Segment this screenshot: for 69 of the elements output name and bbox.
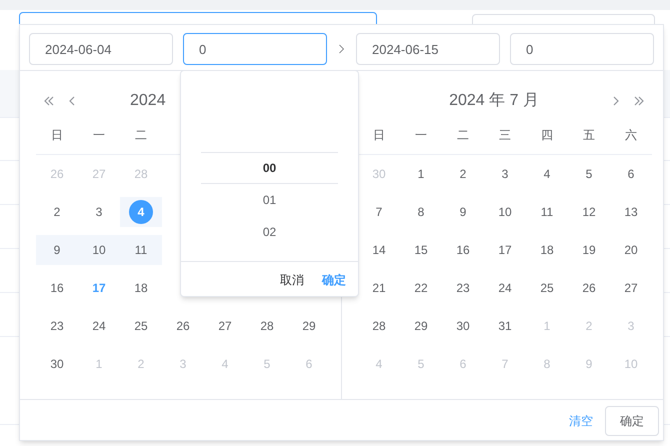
date-cell[interactable]: 1 [418, 165, 424, 183]
weekday-label: 日 [51, 126, 63, 144]
date-cell[interactable]: 23 [456, 279, 470, 297]
date-cell[interactable]: 24 [498, 279, 512, 297]
date-cell[interactable]: 26 [176, 317, 190, 335]
date-cell[interactable]: 3 [96, 203, 102, 221]
month-title: 2024 年 7 月 [449, 91, 539, 111]
date-cell[interactable]: 29 [414, 317, 428, 335]
date-cell[interactable]: 31 [498, 317, 512, 335]
date-cell[interactable]: 30 [456, 317, 470, 335]
hour-option[interactable]: 01 [262, 184, 276, 216]
date-cell[interactable]: 21 [372, 279, 386, 297]
date-cell[interactable]: 12 [582, 203, 596, 221]
date-cell[interactable]: 11 [134, 241, 148, 259]
cancel-button[interactable]: 取消 [274, 270, 310, 288]
date-cell[interactable]: 29 [302, 317, 316, 335]
weekday-label: 一 [93, 126, 105, 144]
date-cell[interactable]: 20 [624, 241, 638, 259]
weekday-label: 二 [135, 126, 147, 144]
date-cell[interactable]: 9 [54, 241, 60, 259]
weekday-label: 三 [499, 126, 511, 144]
date-cell[interactable]: 28 [372, 317, 386, 335]
date-cell[interactable]: 30 [50, 355, 64, 373]
double-left-chevron-icon[interactable] [44, 96, 54, 106]
date-cell[interactable]: 25 [540, 279, 554, 297]
date-cell[interactable]: 3 [502, 165, 508, 183]
time-input[interactable]: 0 [183, 33, 327, 65]
date-cell[interactable]: 9 [460, 203, 466, 221]
date-cell[interactable]: 23 [50, 317, 64, 335]
weekday-label: 一 [415, 126, 427, 144]
date-cell[interactable]: 10 [498, 203, 512, 221]
date-cell[interactable]: 10 [92, 241, 106, 259]
date-cell[interactable]: 26 [582, 279, 596, 297]
date-input[interactable]: 2024-06-04 [29, 33, 173, 65]
date-cell[interactable]: 16 [456, 241, 470, 259]
date-cell[interactable]: 13 [624, 203, 638, 221]
date-cell[interactable]: 2 [460, 165, 466, 183]
date-cell[interactable]: 24 [92, 317, 106, 335]
date-cell[interactable]: 6 [628, 165, 634, 183]
date-cell[interactable]: 2 [54, 203, 60, 221]
date-cell[interactable]: 5 [586, 165, 592, 183]
date-cell[interactable]: 22 [414, 279, 428, 297]
confirm-button[interactable]: 确定 [605, 406, 659, 436]
date-cell[interactable]: 8 [418, 203, 424, 221]
weekday-label: 五 [583, 126, 595, 144]
date-cell[interactable]: 11 [540, 203, 554, 221]
date-cell[interactable]: 27 [218, 317, 232, 335]
date-cell[interactable]: 25 [134, 317, 148, 335]
weekday-label: 日 [373, 126, 385, 144]
hour-option[interactable]: 00 [262, 152, 276, 184]
time-input[interactable]: 0 [510, 33, 654, 65]
date-cell[interactable]: 27 [624, 279, 638, 297]
date-cell[interactable]: 7 [376, 203, 382, 221]
hour-option[interactable]: 02 [262, 216, 276, 248]
double-right-chevron-icon[interactable] [634, 96, 644, 106]
date-input[interactable]: 2024-06-15 [356, 33, 500, 65]
month-title: 2024 [130, 91, 166, 111]
date-cell[interactable]: 18 [134, 279, 148, 297]
weekday-label: 二 [457, 126, 469, 144]
date-cell[interactable]: 28 [260, 317, 274, 335]
date-cell[interactable]: 18 [540, 241, 554, 259]
date-cell[interactable]: 14 [372, 241, 386, 259]
weekday-label: 六 [625, 126, 637, 144]
weekday-label: 四 [541, 126, 553, 144]
date-cell[interactable]: 15 [414, 241, 428, 259]
date-cell[interactable]: 16 [50, 279, 64, 297]
date-cell[interactable]: 17 [498, 241, 512, 259]
date-cell[interactable]: 4 [544, 165, 550, 183]
date-cell[interactable]: 19 [582, 241, 596, 259]
